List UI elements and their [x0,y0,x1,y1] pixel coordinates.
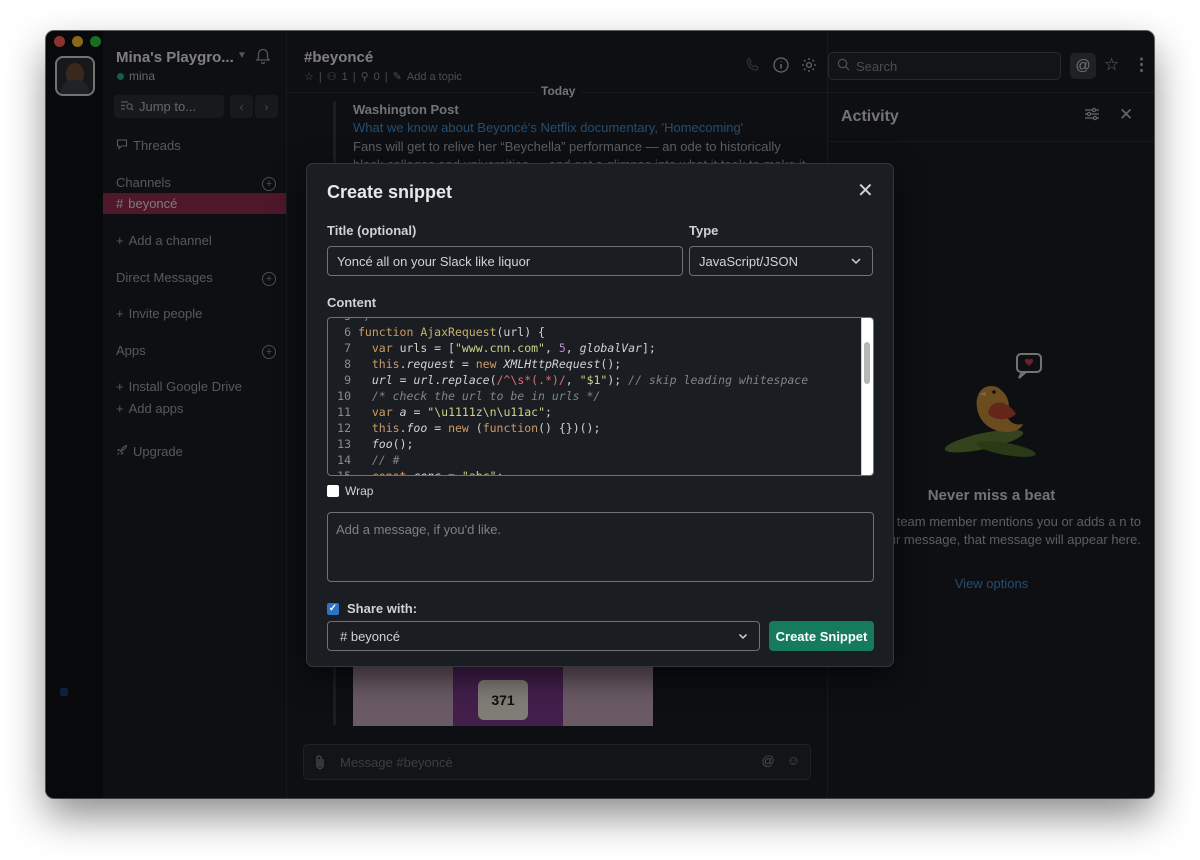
share-with-checkbox[interactable]: ✓ Share with: [327,601,417,616]
code-line: 9 url = url.replace(/^\s*(.*)/, "$1"); /… [344,373,809,387]
code-line: 7 var urls = ["www.cnn.com", 5, globalVa… [344,341,656,355]
create-snippet-dialog: Create snippet ✕ Title (optional) Yoncé … [306,163,894,667]
share-channel-select[interactable]: # beyoncé [327,621,760,651]
checkmark-icon[interactable]: ✓ [327,602,339,615]
message-input[interactable]: Add a message, if you'd like. [327,512,874,582]
title-label: Title (optional) [327,223,417,238]
wrap-label: Wrap [345,484,374,498]
type-select[interactable]: JavaScript/JSON [689,246,873,276]
title-input[interactable]: Yoncé all on your Slack like liquor [327,246,683,276]
chevron-down-icon [850,255,862,270]
code-line: 5*/ [328,318,858,324]
share-label: Share with: [347,601,418,616]
wrap-checkbox[interactable]: Wrap [327,484,373,498]
code-line: 11 var a = "\u1111z\n\u11ac"; [337,405,552,419]
code-line: 13 foo(); [337,437,414,451]
code-line: 14 // # [337,453,400,467]
type-value: JavaScript/JSON [699,253,798,269]
chevron-down-icon [737,630,749,645]
close-icon[interactable]: ✕ [857,181,874,201]
app-window: Mina's Playgro... ▼ mina Jump to... ‹ › … [46,31,1154,798]
checkbox-box[interactable] [327,485,339,497]
create-snippet-button[interactable]: Create Snippet [769,621,874,651]
content-label: Content [327,295,377,310]
code-scrollbar[interactable] [861,318,873,475]
code-line: 10 /* check the url to be in urls */ [337,389,601,403]
scroll-thumb[interactable] [864,342,870,384]
code-line: 6 function AjaxRequest(url) { [344,325,545,339]
code-editor[interactable]: 5*/ 6function AjaxRequest(url) { 7 var u… [327,317,874,476]
code-line: 12 this.foo = new (function() {})(); [337,421,601,435]
message-placeholder: Add a message, if you'd like. [336,522,502,537]
share-value: # beyoncé [340,628,400,644]
type-label: Type [689,223,719,238]
dialog-title: Create snippet [327,182,453,202]
code-line: 15 const cons = "abc"; [337,469,504,476]
code-line: 8 this.request = new XMLHttpRequest(); [344,357,622,371]
